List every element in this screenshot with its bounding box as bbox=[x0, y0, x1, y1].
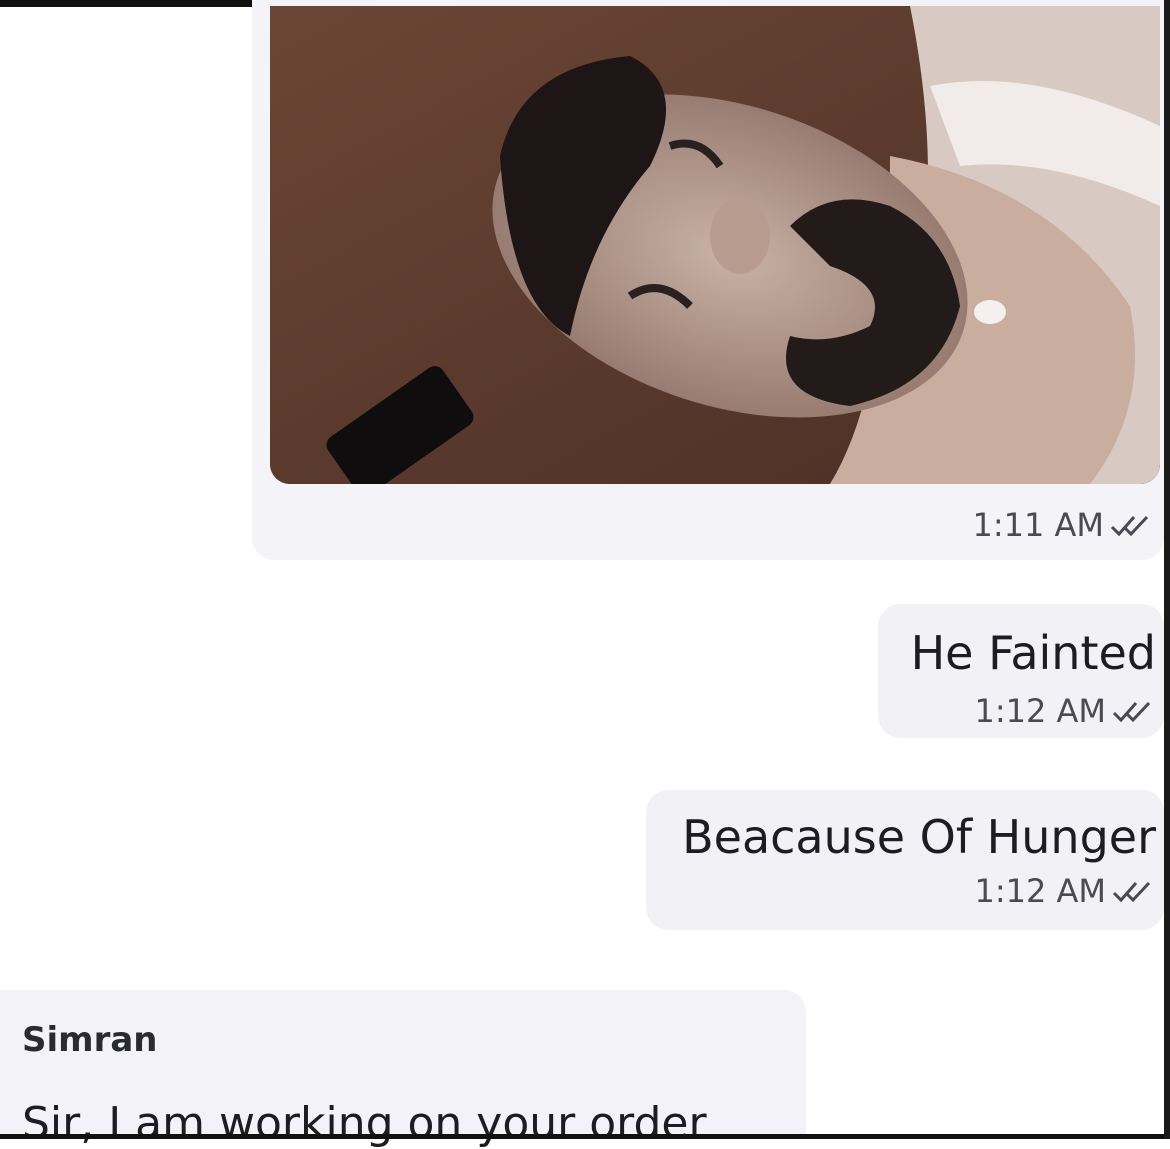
sender-name: Simran bbox=[22, 1020, 158, 1060]
right-border bbox=[1164, 0, 1170, 1139]
outgoing-image-message[interactable]: 1:11 AM bbox=[252, 0, 1164, 560]
timestamp-text: 1:12 AM bbox=[974, 692, 1106, 730]
message-text: He Fainted bbox=[910, 626, 1156, 680]
double-check-icon bbox=[1112, 701, 1151, 723]
outgoing-message[interactable]: Beacause Of Hunger 1:12 AM bbox=[646, 790, 1164, 930]
double-check-icon bbox=[1112, 881, 1151, 903]
double-check-icon bbox=[1110, 515, 1149, 537]
incoming-message[interactable]: Simran Sir, I am working on your order bbox=[0, 990, 806, 1149]
bottom-border bbox=[0, 1134, 1170, 1139]
message-timestamp: 1:12 AM bbox=[974, 692, 1152, 730]
outgoing-message[interactable]: He Fainted 1:12 AM bbox=[878, 604, 1164, 738]
message-text: Beacause Of Hunger bbox=[682, 810, 1156, 864]
photo-attachment[interactable] bbox=[270, 6, 1160, 484]
message-timestamp: 1:12 AM bbox=[974, 872, 1152, 910]
timestamp-text: 1:11 AM bbox=[972, 506, 1104, 544]
timestamp-text: 1:12 AM bbox=[974, 872, 1106, 910]
message-text: Sir, I am working on your order bbox=[22, 1098, 707, 1149]
image-timestamp: 1:11 AM bbox=[972, 506, 1150, 544]
